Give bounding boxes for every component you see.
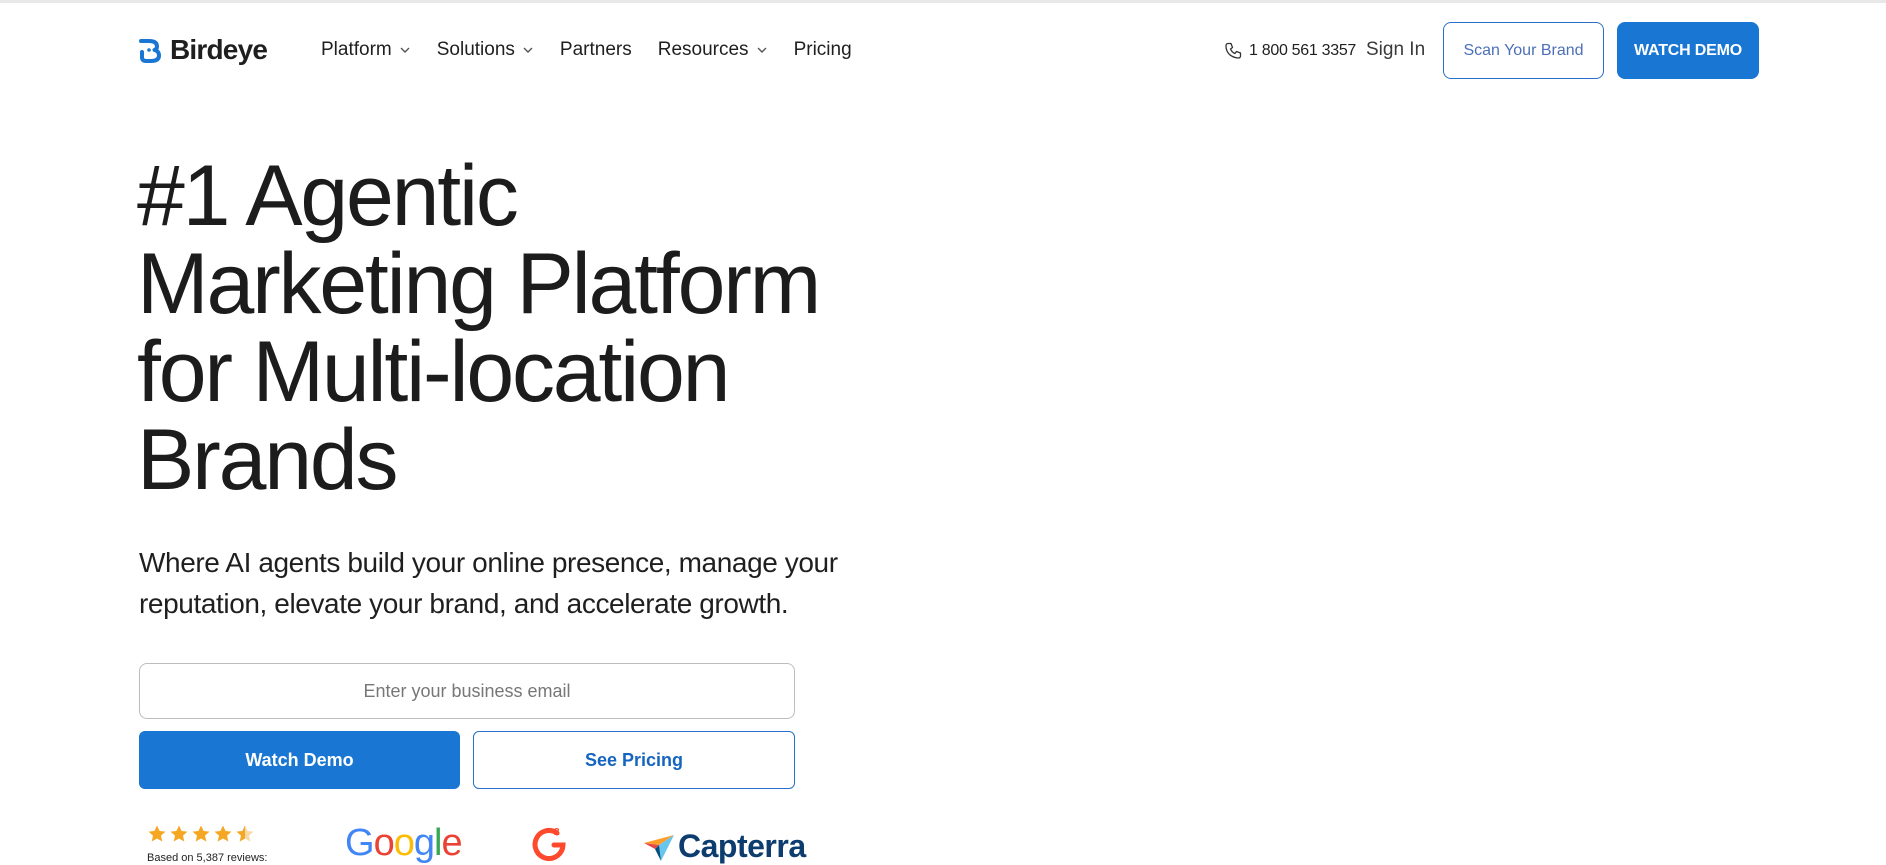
menu-item-label: Platform <box>321 39 392 60</box>
main-menu: Platform Solutions Partners Resources Pr… <box>321 39 878 61</box>
see-pricing-button[interactable]: See Pricing <box>473 731 795 789</box>
top-navigation: Birdeye Platform Solutions Partners Reso… <box>0 3 1886 97</box>
chevron-down-icon <box>757 47 767 53</box>
hero-title-line: #1 Agentic <box>137 148 519 244</box>
watch-demo-button[interactable]: Watch Demo <box>139 731 460 789</box>
birdeye-logo-icon <box>139 39 161 63</box>
menu-item-partners[interactable]: Partners <box>560 39 632 61</box>
reviews-count: Based on 5,387 reviews: <box>147 852 268 864</box>
menu-item-solutions[interactable]: Solutions <box>437 39 534 61</box>
chevron-down-icon <box>523 47 533 53</box>
phone-link[interactable]: 1 800 561 3357 <box>1223 41 1356 61</box>
menu-item-label: Resources <box>657 39 749 60</box>
rating-stars <box>147 824 255 844</box>
brand-name: Birdeye <box>170 34 268 65</box>
menu-item-label: Pricing <box>793 39 852 60</box>
capterra-logo: Capterra <box>643 828 806 865</box>
chevron-down-icon <box>400 47 410 53</box>
phone-icon <box>1225 42 1242 59</box>
hero-title: #1 Agentic Marketing Platform for Multi-… <box>137 152 897 504</box>
svg-text:2: 2 <box>554 827 560 838</box>
hero-subtitle: Where AI agents build your online presen… <box>139 547 838 619</box>
sign-in-link[interactable]: Sign In <box>1366 39 1425 61</box>
star-icon <box>192 825 210 842</box>
g2-logo-icon: 2 <box>532 827 566 861</box>
star-icon <box>170 825 188 842</box>
google-logo: Google <box>345 822 463 864</box>
menu-item-label: Partners <box>559 39 632 60</box>
hero-title-line: Brands <box>137 412 398 508</box>
capterra-arrow-icon <box>644 834 674 861</box>
hero-title-line: for Multi-location <box>137 324 730 420</box>
brand-logo[interactable]: Birdeye <box>138 33 268 67</box>
menu-item-label: Solutions <box>436 39 515 60</box>
menu-item-resources[interactable]: Resources <box>658 39 768 61</box>
hero-title-line: Marketing Platform <box>137 236 821 332</box>
menu-item-pricing[interactable]: Pricing <box>794 39 852 61</box>
half-star-icon <box>236 825 254 842</box>
watch-demo-nav-button[interactable]: WATCH DEMO <box>1617 22 1759 79</box>
menu-item-platform[interactable]: Platform <box>321 39 411 61</box>
scan-your-brand-button[interactable]: Scan Your Brand <box>1443 22 1604 79</box>
capterra-label: Capterra <box>678 828 806 864</box>
phone-number: 1 800 561 3357 <box>1249 42 1357 59</box>
business-email-input[interactable] <box>139 663 795 719</box>
star-icon <box>148 825 166 842</box>
star-icon <box>214 825 232 842</box>
